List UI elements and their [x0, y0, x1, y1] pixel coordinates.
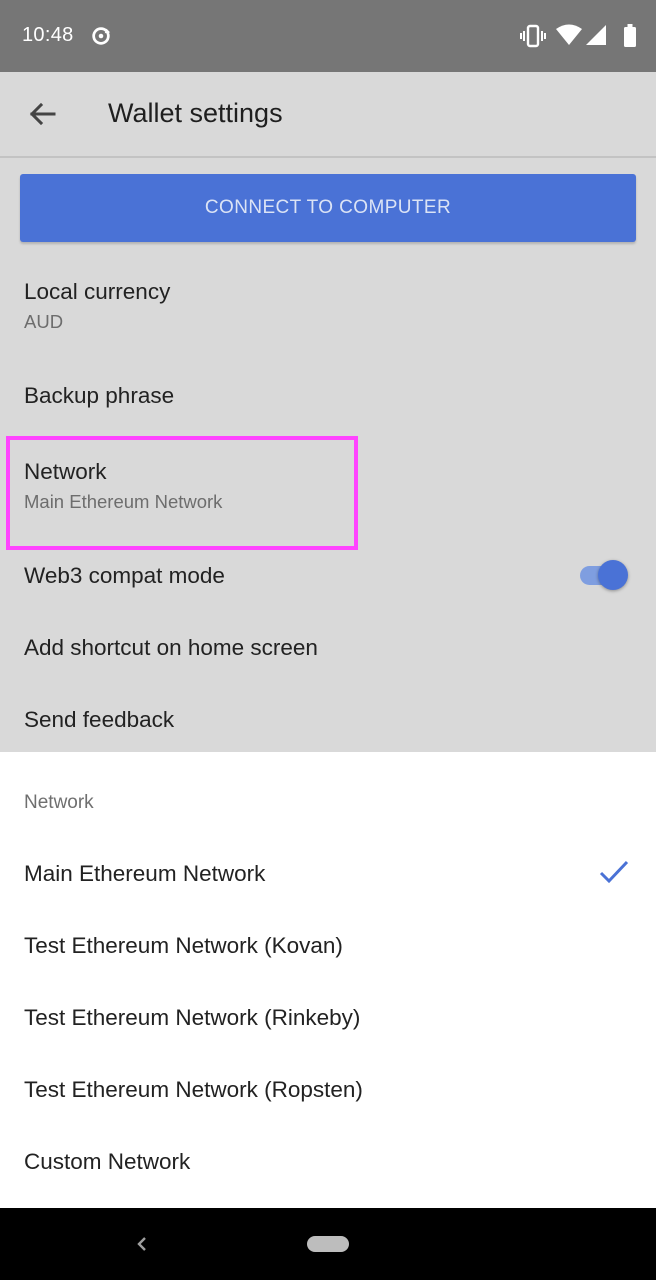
setting-title: Send feedback — [24, 707, 175, 732]
network-option-main[interactable]: Main Ethereum Network — [24, 861, 265, 887]
nav-back-icon[interactable] — [130, 1232, 152, 1256]
sync-icon — [92, 27, 111, 45]
signal-icon — [586, 25, 606, 45]
network-option-custom[interactable]: Custom Network — [24, 1149, 190, 1175]
nav-home-pill[interactable] — [307, 1236, 349, 1252]
setting-title: Add shortcut on home screen — [24, 635, 318, 660]
connect-to-computer-button[interactable]: CONNECT TO COMPUTER — [20, 174, 636, 242]
web3-compat-toggle[interactable] — [578, 558, 630, 592]
navigation-bar — [0, 1208, 656, 1280]
network-option-kovan[interactable]: Test Ethereum Network (Kovan) — [24, 933, 343, 959]
battery-icon — [624, 24, 636, 47]
highlight-box — [6, 436, 358, 550]
setting-value: AUD — [24, 311, 64, 332]
wifi-icon — [556, 24, 582, 45]
arrow-back-icon[interactable] — [22, 94, 62, 134]
sheet-header: Network — [24, 792, 94, 813]
checkmark-icon — [599, 860, 629, 884]
status-bar: 10:48 — [0, 0, 656, 72]
app-bar: Wallet settings — [0, 72, 656, 158]
network-option-rinkeby[interactable]: Test Ethereum Network (Rinkeby) — [24, 1005, 360, 1031]
network-bottom-sheet: Network Main Ethereum Network Test Ether… — [0, 752, 656, 1208]
network-option-ropsten[interactable]: Test Ethereum Network (Ropsten) — [24, 1077, 363, 1103]
status-time: 10:48 — [22, 24, 74, 46]
toggle-thumb — [598, 560, 628, 590]
setting-title: Local currency — [24, 279, 171, 304]
vibrate-icon — [520, 24, 546, 48]
page-title: Wallet settings — [108, 98, 283, 128]
setting-title: Backup phrase — [24, 383, 175, 408]
setting-title: Web3 compat mode — [24, 563, 225, 588]
